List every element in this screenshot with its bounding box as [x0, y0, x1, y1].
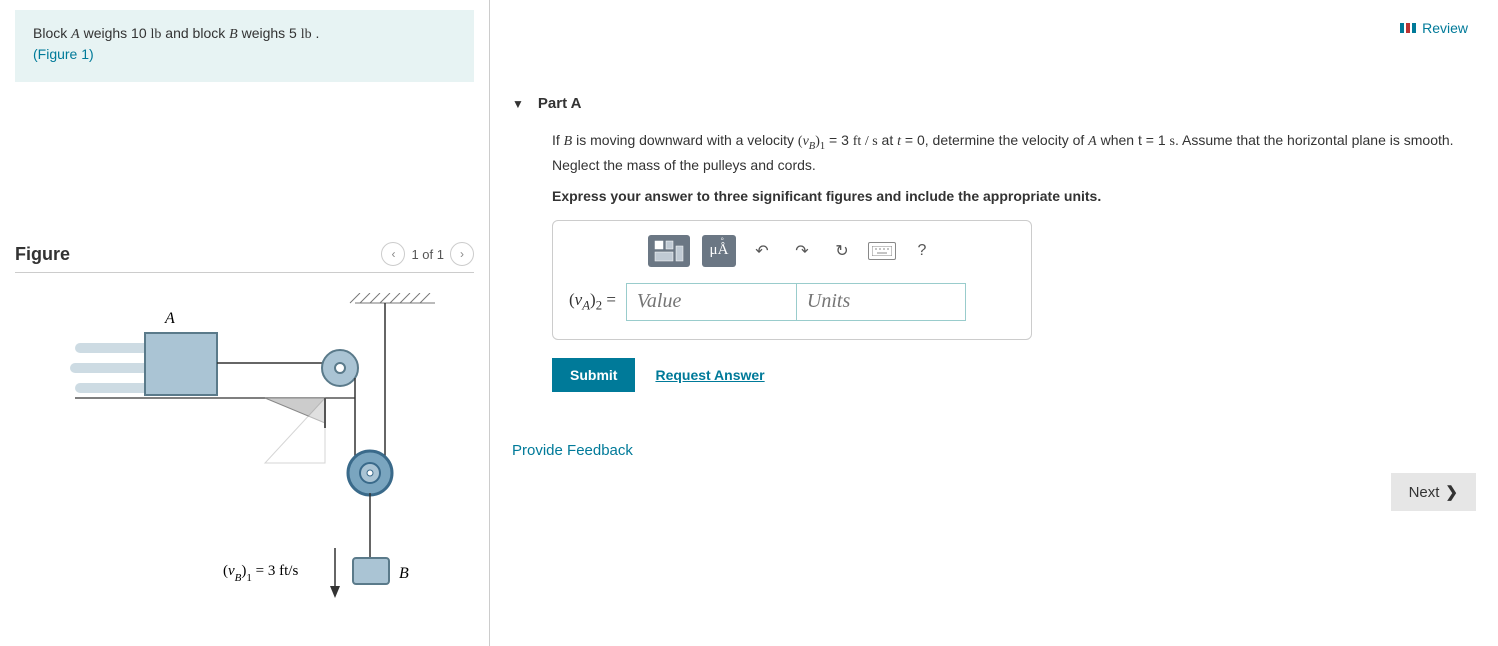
- figure-image: A: [15, 293, 474, 606]
- reset-icon: ↻: [835, 241, 848, 261]
- provide-feedback-link[interactable]: Provide Feedback: [512, 442, 1476, 459]
- templates-tool[interactable]: [648, 235, 690, 267]
- figure-label-B: B: [399, 565, 409, 582]
- answer-instruction: Express your answer to three significant…: [552, 188, 1476, 204]
- keyboard-tool[interactable]: [868, 237, 896, 265]
- chevron-right-icon: ›: [460, 247, 464, 261]
- chevron-left-icon: ‹: [391, 247, 395, 261]
- value-input[interactable]: [626, 283, 796, 321]
- review-link[interactable]: Review: [1400, 20, 1468, 36]
- answer-panel: μÅ° ↶ ↷ ↻ ? (vA)2 =: [552, 220, 1032, 340]
- undo-tool[interactable]: ↶: [748, 237, 776, 265]
- answer-variable-label: (vA)2 =: [569, 290, 616, 313]
- review-icon: [1400, 23, 1416, 33]
- question-text: If B is moving downward with a velocity …: [552, 130, 1476, 176]
- figure-nav: ‹ 1 of 1 ›: [381, 242, 474, 266]
- keyboard-icon: [868, 242, 896, 260]
- chevron-right-icon: ❯: [1445, 483, 1458, 501]
- next-button[interactable]: Next ❯: [1391, 473, 1476, 511]
- problem-text: Block A weighs 10 lb and block B weighs …: [33, 25, 319, 41]
- symbols-tool[interactable]: μÅ°: [702, 235, 736, 267]
- figure-title: Figure: [15, 244, 70, 265]
- figure-nav-text: 1 of 1: [411, 247, 444, 262]
- caret-down-icon: ▼: [512, 97, 524, 111]
- figure-prev-button[interactable]: ‹: [381, 242, 405, 266]
- problem-statement: Block A weighs 10 lb and block B weighs …: [15, 10, 474, 82]
- redo-tool[interactable]: ↷: [788, 237, 816, 265]
- figure-next-button[interactable]: ›: [450, 242, 474, 266]
- redo-icon: ↷: [795, 241, 808, 261]
- request-answer-link[interactable]: Request Answer: [655, 367, 764, 383]
- help-icon: ?: [918, 242, 927, 260]
- reset-tool[interactable]: ↻: [828, 237, 856, 265]
- submit-button[interactable]: Submit: [552, 358, 635, 392]
- figure-label-A: A: [164, 310, 175, 327]
- part-title: Part A: [538, 95, 582, 112]
- units-input[interactable]: [796, 283, 966, 321]
- help-tool[interactable]: ?: [908, 237, 936, 265]
- figure-link[interactable]: (Figure 1): [33, 46, 94, 62]
- undo-icon: ↶: [755, 241, 768, 261]
- answer-toolbar: μÅ° ↶ ↷ ↻ ?: [569, 235, 1015, 267]
- figure-velocity-label: (vB)1 = 3 ft/s: [223, 563, 298, 584]
- part-header[interactable]: ▼ Part A: [512, 95, 1476, 112]
